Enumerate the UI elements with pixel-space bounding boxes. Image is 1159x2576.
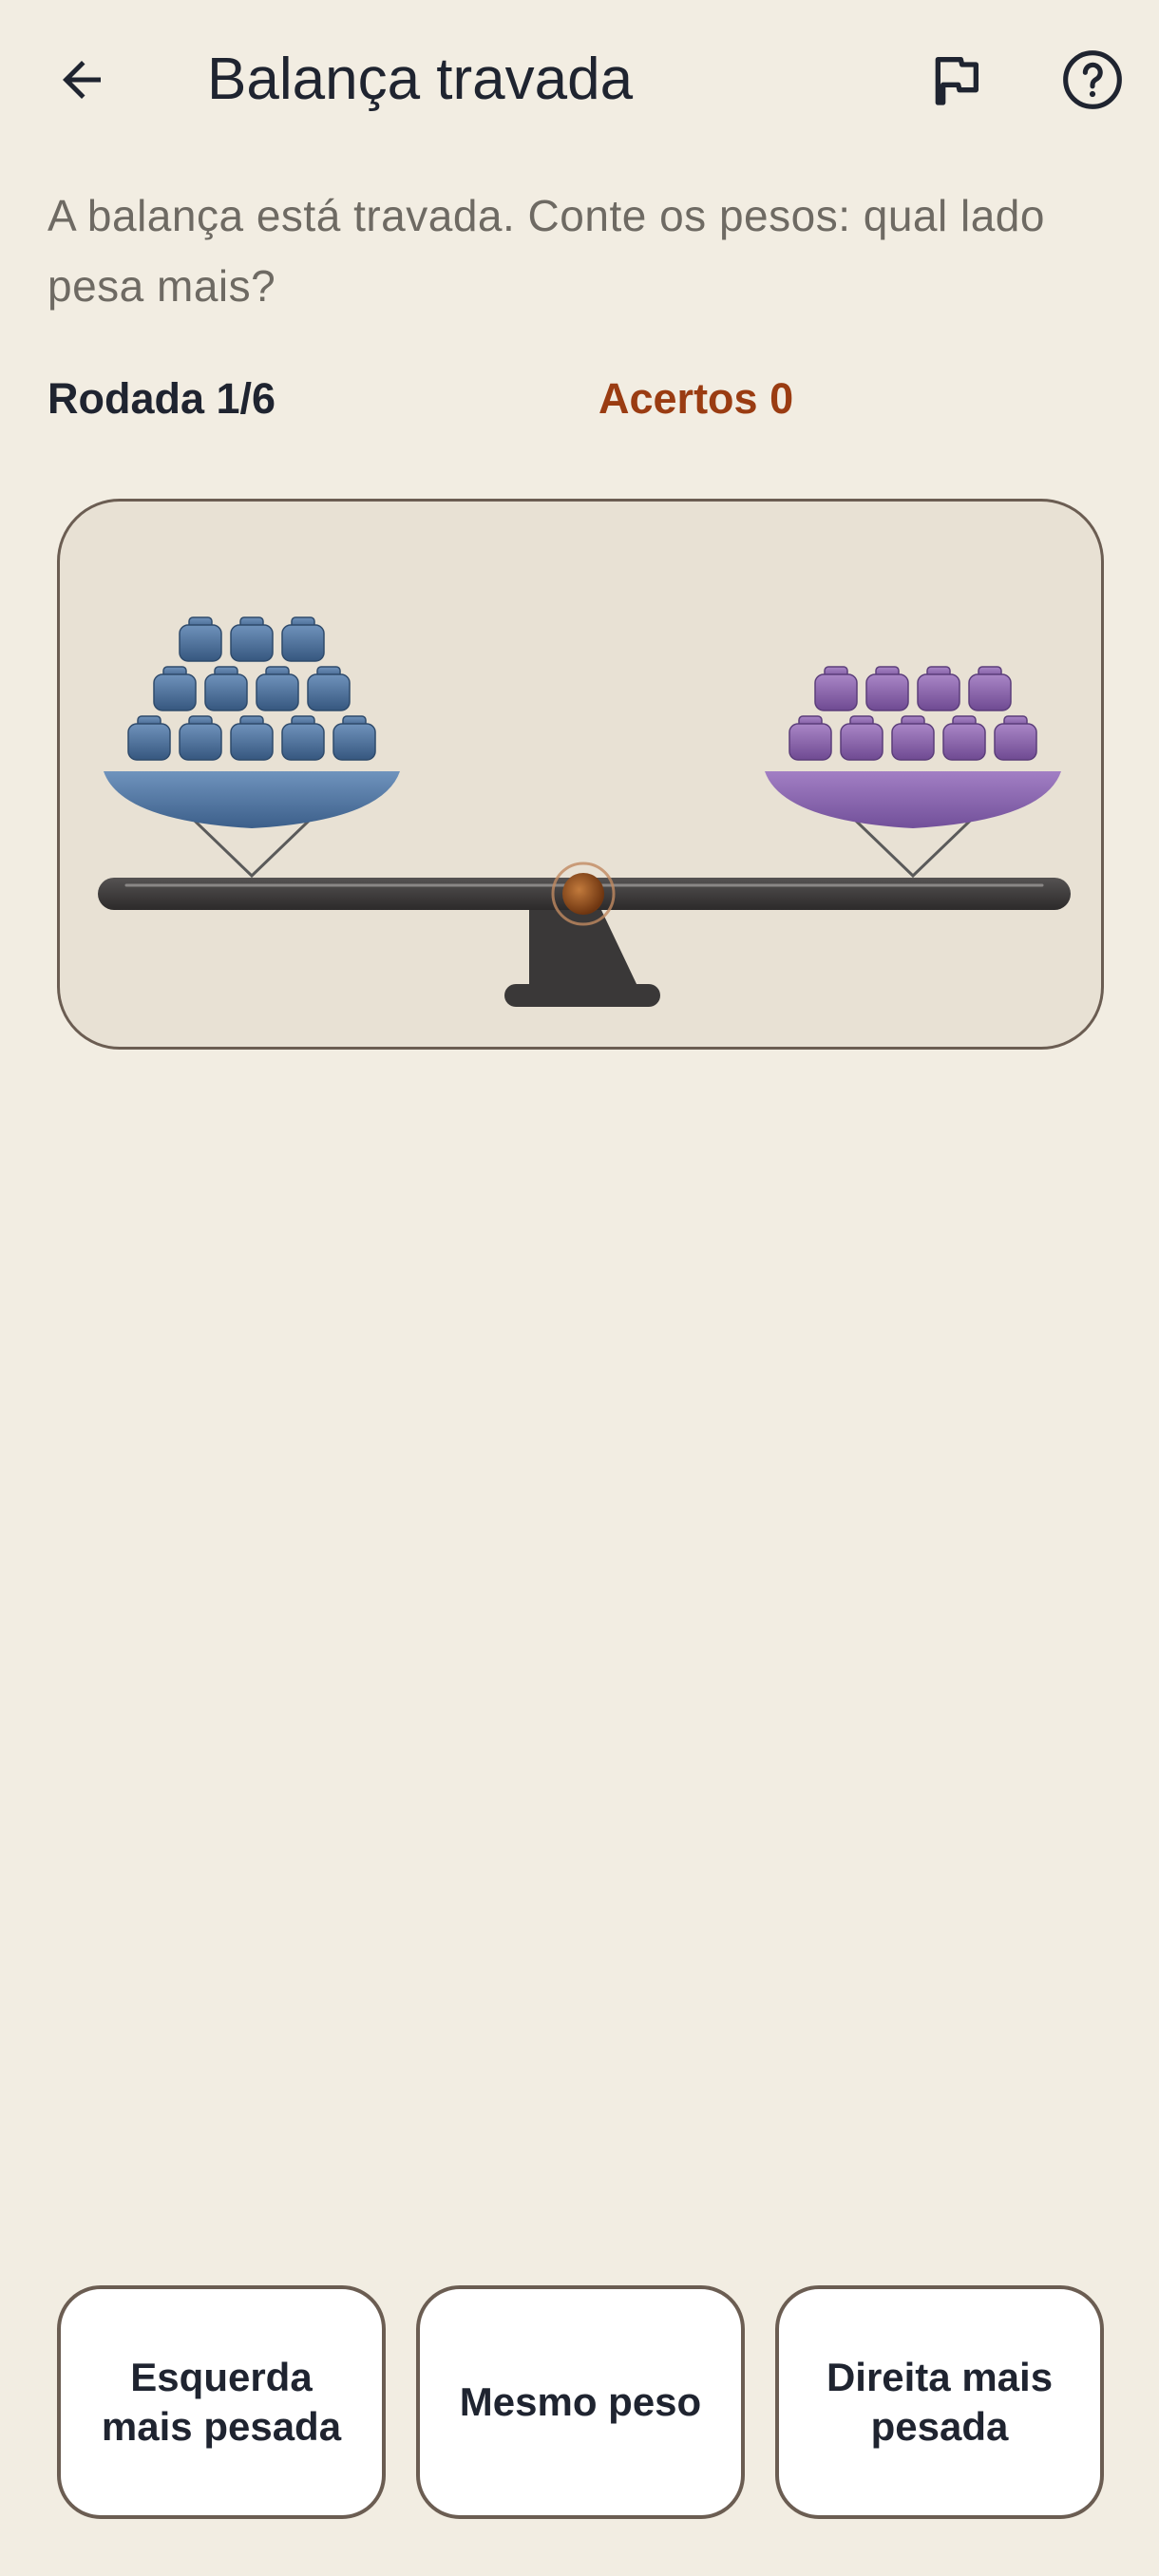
- help-circle-icon: [1063, 50, 1122, 109]
- score-counter: Acertos 0: [598, 374, 794, 423]
- weight-block: [179, 715, 222, 761]
- balance-scale: [98, 616, 1071, 1007]
- top-app-bar: Balança travada: [0, 0, 1159, 161]
- weight-block: [891, 715, 935, 761]
- back-button[interactable]: [34, 32, 129, 127]
- left-pan: [104, 771, 400, 828]
- pivot-knob: [562, 873, 604, 915]
- weight-block: [840, 715, 884, 761]
- weight-block: [332, 715, 376, 761]
- report-flag-button[interactable]: [908, 32, 1003, 127]
- weight-block: [281, 616, 325, 662]
- weight-block: [307, 666, 351, 711]
- weight-block: [230, 715, 274, 761]
- right-pan: [765, 771, 1061, 828]
- scale-base: [504, 984, 660, 1007]
- round-counter: Rodada 1/6: [48, 374, 276, 423]
- weight-block: [204, 666, 248, 711]
- right-heavier-button[interactable]: Direita mais pesada: [775, 2285, 1104, 2519]
- weight-block: [994, 715, 1037, 761]
- weight-block: [968, 666, 1012, 711]
- same-weight-button[interactable]: Mesmo peso: [416, 2285, 745, 2519]
- scale-stand: [529, 908, 637, 986]
- weight-block: [127, 715, 171, 761]
- flag-icon: [935, 57, 978, 105]
- weight-block: [179, 616, 222, 662]
- weight-block: [256, 666, 299, 711]
- weight-block: [788, 715, 832, 761]
- weight-block: [153, 666, 197, 711]
- weight-block: [865, 666, 909, 711]
- instructions-text: A balança está travada. Conte os pesos: …: [48, 191, 1045, 311]
- left-weights[interactable]: [127, 616, 376, 761]
- balance-scale-panel: [57, 499, 1104, 1050]
- weight-block: [814, 666, 858, 711]
- right-weights[interactable]: [788, 666, 1037, 761]
- page-title: Balança travada: [207, 47, 634, 112]
- arrow-left-icon: [63, 61, 101, 99]
- weight-block: [917, 666, 960, 711]
- weight-block: [942, 715, 986, 761]
- help-button[interactable]: [1045, 32, 1140, 127]
- weight-block: [230, 616, 274, 662]
- weight-block: [281, 715, 325, 761]
- left-heavier-button[interactable]: Esquerda mais pesada: [57, 2285, 386, 2519]
- answer-options: Esquerda mais pesada Mesmo peso Direita …: [0, 2285, 1159, 2523]
